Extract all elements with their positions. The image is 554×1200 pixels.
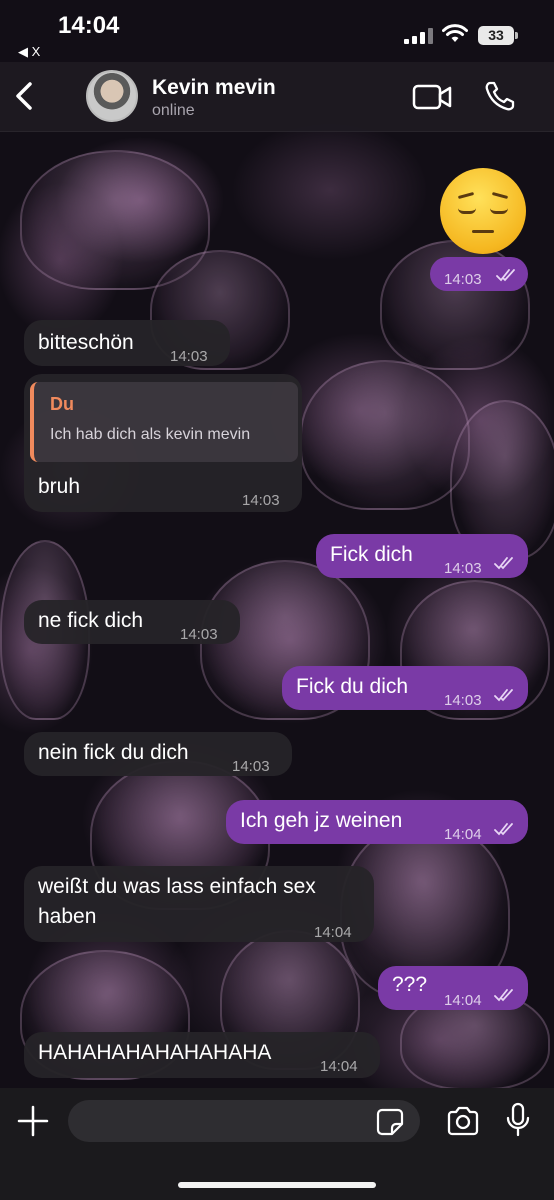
message-bubble-incoming[interactable]: nein fick du dich 14:03 [24,732,292,776]
chat-header: Kevin mevin online [0,62,554,132]
message-time: 14:03 [242,492,280,509]
status-bar: 14:04 ◀ X 33 [0,0,554,62]
cellular-signal-icon [404,28,434,44]
message-text: ne fick dich [38,609,144,632]
reply-quote[interactable]: Du Ich hab dich als kevin mevin [30,382,298,462]
contact-name[interactable]: Kevin mevin [152,76,276,100]
message-time: 14:04 [444,992,482,1009]
reply-quote-name: Du [50,394,74,414]
message-text: Fick dich [330,543,413,566]
read-checks-icon [494,557,513,570]
message-text: bitteschön [38,331,134,354]
message-text: nein fick du dich [38,741,189,764]
wallpaper-jellyfish [300,360,470,510]
read-checks-icon [494,689,513,702]
message-text: bruh [38,475,81,498]
message-time: 14:03 [232,758,270,775]
message-text-line: haben [38,905,97,928]
microphone-icon[interactable] [506,1102,530,1138]
emoji-message[interactable] [440,168,526,254]
message-time: 14:04 [320,1058,358,1075]
back-to-app-link[interactable]: ◀ X [18,44,40,60]
battery-indicator: 33 [478,26,518,45]
video-call-icon[interactable] [412,82,452,112]
message-time: 14:03 [444,692,482,709]
message-text: ??? [392,973,428,996]
message-text: Fick du dich [296,675,409,698]
message-bubble-outgoing[interactable]: Ich geh jz weinen 14:04 [226,800,528,844]
message-bubble-incoming[interactable]: bitteschön 14:03 [24,320,230,366]
message-bubble-outgoing[interactable]: ??? 14:04 [378,966,528,1010]
message-input[interactable] [68,1100,420,1142]
message-bubble-outgoing[interactable]: Fick dich 14:03 [316,534,528,578]
camera-icon[interactable] [446,1106,480,1136]
message-bubble-outgoing[interactable]: Fick du dich 14:03 [282,666,528,710]
phone-icon[interactable] [484,80,516,112]
contact-status: online [152,102,195,119]
message-time: 14:03 [444,271,482,288]
home-indicator[interactable] [178,1182,376,1188]
message-bubble-incoming[interactable]: ne fick dich 14:03 [24,600,240,644]
message-time: 14:03 [170,348,208,365]
message-bubble-incoming[interactable]: weißt du was lass einfach sex haben 14:0… [24,866,374,942]
reply-quote-text: Ich hab dich als kevin mevin [50,426,251,443]
message-bubble-incoming[interactable]: HAHAHAHAHAHAHAHA 14:04 [24,1032,380,1078]
wifi-icon [442,24,468,42]
read-checks-icon [494,989,513,1002]
read-checks-icon [496,269,515,282]
back-icon[interactable] [8,74,42,118]
message-time: 14:03 [180,626,218,643]
message-text: Ich geh jz weinen [240,809,403,832]
read-checks-icon [494,823,513,836]
message-input-bar [0,1088,554,1200]
plus-icon[interactable] [16,1104,50,1138]
message-time: 14:04 [444,826,482,843]
message-time: 14:04 [314,924,352,941]
contact-avatar[interactable] [86,70,138,122]
message-text-line: weißt du was lass einfach sex [38,875,316,898]
status-time: 14:04 [58,12,120,39]
message-time-badge: 14:03 [430,257,528,291]
message-time: 14:03 [444,560,482,577]
message-text: HAHAHAHAHAHAHAHA [38,1041,272,1064]
sticker-icon[interactable] [376,1108,404,1136]
